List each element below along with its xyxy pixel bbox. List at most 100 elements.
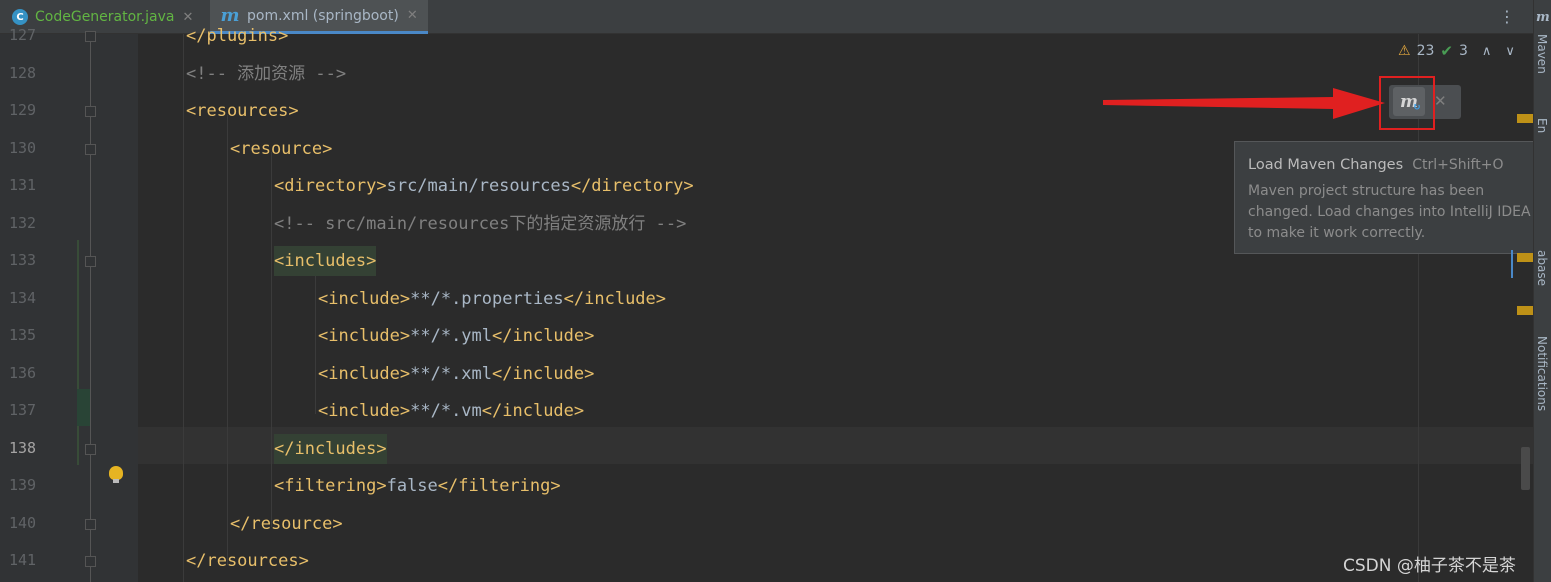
line-number[interactable]: 134 <box>9 289 49 307</box>
code-token: </resource> <box>230 513 343 534</box>
code-token: </include> <box>481 401 585 421</box>
code-line[interactable]: <directory>src/main/resources</directory… <box>274 176 694 196</box>
tab-menu-icon[interactable]: ⋮ <box>1499 7 1515 26</box>
line-number[interactable]: 139 <box>9 476 49 494</box>
fold-marker-icon[interactable] <box>85 556 96 567</box>
line-number[interactable]: 137 <box>9 401 49 419</box>
code-line[interactable]: <!-- 添加资源 --> <box>186 64 346 84</box>
class-icon: C <box>12 9 28 25</box>
code-token: </directory> <box>570 176 694 196</box>
code-token: <!-- src/main/resources下的指定资源放行 --> <box>274 213 687 234</box>
code-token: </include> <box>492 326 595 346</box>
code-token: <include> <box>318 326 411 346</box>
next-highlight-icon[interactable]: ∨ <box>1505 44 1515 59</box>
code-token: <include> <box>318 288 411 309</box>
database-tool-label[interactable]: abase <box>1535 250 1549 286</box>
warning-count: 23 <box>1416 43 1435 59</box>
indent-guide <box>183 34 184 582</box>
fold-marker-icon[interactable] <box>85 106 96 117</box>
code-token: src/main/resources <box>386 176 571 196</box>
watermark: CSDN @柚子茶不是茶 <box>1343 556 1516 576</box>
code-line[interactable]: <include>**/*.yml</include> <box>318 326 594 346</box>
tooltip-description: Maven project structure has been changed… <box>1248 183 1531 241</box>
line-number[interactable]: 130 <box>9 139 49 157</box>
notifications-tool-label[interactable]: Notifications <box>1535 336 1549 411</box>
code-line[interactable]: </plugins> <box>186 26 288 46</box>
scrollbar-thumb[interactable] <box>1521 447 1530 490</box>
previous-highlight-icon[interactable]: ∧ <box>1482 44 1492 59</box>
warning-icon: ⚠ <box>1398 43 1411 59</box>
change-stripe-marker <box>1511 250 1513 278</box>
close-icon[interactable]: ✕ <box>182 10 193 25</box>
indent-guide <box>227 115 228 565</box>
fold-marker-icon[interactable] <box>85 143 96 155</box>
code-token: <includes> <box>274 246 377 276</box>
inspection-widget[interactable]: ⚠ 23 ✔ 3 ∧ ∨ <box>1398 42 1515 60</box>
error-stripe-marker[interactable] <box>1517 114 1533 123</box>
fold-marker-icon[interactable] <box>85 518 96 530</box>
line-number[interactable]: 127 <box>9 26 49 44</box>
line-number[interactable]: 136 <box>9 364 49 382</box>
code-token: </include> <box>492 363 595 384</box>
editor-gutter: 127 128 129 130 131 132 133 134 135 136 137 138 139 1… <box>0 26 138 582</box>
code-line[interactable]: <include>**/*.vm</include> <box>318 401 584 421</box>
line-number[interactable]: 132 <box>9 214 49 232</box>
line-number[interactable]: 129 <box>9 101 49 119</box>
code-token: false <box>386 476 438 496</box>
code-line[interactable]: <includes> <box>274 246 377 276</box>
tooltip-title: Load Maven Changes <box>1248 157 1404 173</box>
code-token: <include> <box>318 363 411 384</box>
maven-icon: m <box>220 5 240 26</box>
code-line[interactable]: <include>**/*.properties</include> <box>318 289 666 309</box>
code-token: </resources> <box>186 551 309 571</box>
close-icon[interactable]: ✕ <box>1434 92 1447 110</box>
maven-tool-icon[interactable]: m <box>1536 10 1550 25</box>
code-line[interactable]: <include>**/*.xml</include> <box>318 364 594 384</box>
weak-warning-icon: ✔ <box>1440 42 1453 60</box>
code-token: <resource> <box>230 138 333 159</box>
code-token: **/*.yml <box>410 326 493 346</box>
code-line[interactable]: <!-- src/main/resources下的指定资源放行 --> <box>274 214 686 234</box>
indent-guide <box>315 264 316 414</box>
tab-label: CodeGenerator.java <box>35 9 175 25</box>
code-token: </includes> <box>274 433 387 464</box>
line-number[interactable]: 140 <box>9 514 49 532</box>
code-line[interactable]: </resource> <box>230 514 343 534</box>
code-token: <directory> <box>274 176 387 196</box>
code-line[interactable]: </resources> <box>186 551 309 571</box>
code-token: </include> <box>563 288 667 309</box>
right-tool-strip <box>1533 0 1551 582</box>
code-line[interactable]: </includes> <box>274 433 387 464</box>
lightbulb-icon[interactable] <box>109 466 123 483</box>
code-line[interactable]: <filtering>false</filtering> <box>274 476 561 496</box>
error-stripe-marker[interactable] <box>1517 253 1533 262</box>
close-icon[interactable]: ✕ <box>407 8 418 23</box>
error-stripe-marker[interactable] <box>1517 306 1533 315</box>
line-number[interactable]: 138 <box>9 439 49 457</box>
line-number[interactable]: 131 <box>9 176 49 194</box>
code-token: **/*.properties <box>410 288 564 309</box>
fold-marker-icon[interactable] <box>85 256 96 267</box>
tab-label: pom.xml (springboot) <box>247 7 399 24</box>
maven-tooltip: Load Maven Changes Ctrl+Shift+O Maven pr… <box>1234 141 1546 254</box>
line-number[interactable]: 128 <box>9 64 49 82</box>
weak-warning-count: 3 <box>1458 43 1468 59</box>
code-token: </filtering> <box>437 476 561 496</box>
code-line[interactable]: <resource> <box>230 139 332 159</box>
vcs-added-marker <box>77 389 91 426</box>
annotation-arrow <box>1103 88 1385 119</box>
line-number[interactable]: 135 <box>9 326 49 344</box>
code-token: <resources> <box>186 101 299 121</box>
line-number[interactable]: 133 <box>9 251 49 269</box>
code-line[interactable]: <resources> <box>186 101 299 121</box>
line-number[interactable]: 141 <box>9 551 49 569</box>
fold-marker-icon[interactable] <box>85 443 96 455</box>
endpoints-tool-label[interactable]: En <box>1535 118 1549 133</box>
maven-tool-label[interactable]: Maven <box>1535 34 1549 74</box>
code-token: **/*.xml <box>410 363 493 384</box>
code-token: </plugins> <box>186 26 289 46</box>
code-token: <include> <box>318 401 411 421</box>
fold-marker-icon[interactable] <box>85 31 96 42</box>
vcs-change-marker <box>77 240 79 465</box>
tooltip-shortcut: Ctrl+Shift+O <box>1412 157 1504 173</box>
